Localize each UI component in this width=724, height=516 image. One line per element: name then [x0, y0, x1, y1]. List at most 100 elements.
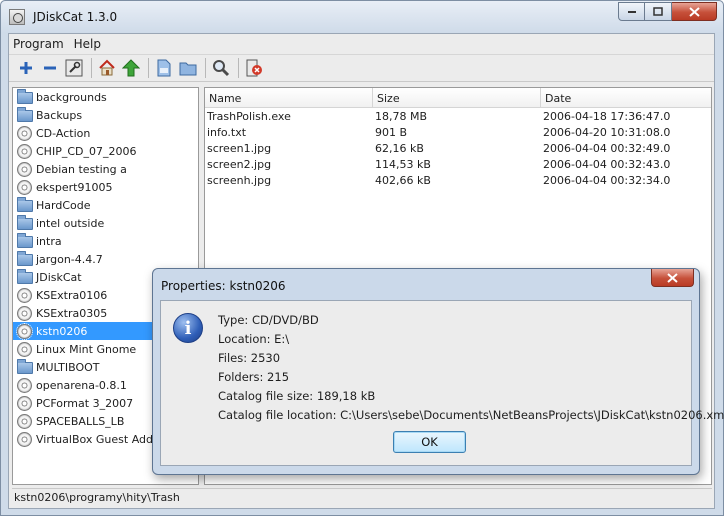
- disc-icon: [17, 431, 32, 447]
- file-size-cell: 62,16 kB: [375, 141, 424, 155]
- maximize-icon: [653, 7, 663, 16]
- table-row[interactable]: TrashPolish.exe 18,78 MB 2006-04-18 17:36:…: [205, 108, 711, 124]
- property-type: Type: CD/DVD/BD: [218, 313, 319, 327]
- window-title: JDiskCat 1.3.0: [33, 10, 118, 24]
- tree-item-label: PCFormat 3_2007: [36, 396, 134, 410]
- toolbar-separator: [205, 58, 206, 78]
- properties-dialog: Properties: kstn0206 i Type: CD/DVD/BD L…: [152, 268, 724, 475]
- tree-item[interactable]: Backups: [13, 106, 198, 124]
- file-size-cell: 901 B: [375, 125, 408, 139]
- tree-item-label: Backups: [36, 108, 83, 122]
- tree-item[interactable]: ekspert91005: [13, 178, 198, 196]
- close-button[interactable]: [672, 2, 717, 21]
- file-size-cell: 18,78 MB: [375, 109, 428, 123]
- search-button[interactable]: [210, 57, 232, 79]
- file-name-cell: screenh.jpg: [207, 173, 272, 187]
- property-location: Location: E:\: [218, 332, 290, 346]
- dialog-close-button[interactable]: [651, 269, 694, 287]
- tree-item[interactable]: backgrounds: [13, 88, 198, 106]
- app-icon: [9, 9, 25, 25]
- folder-icon: [17, 107, 33, 122]
- tree-item-label: HardCode: [36, 198, 91, 212]
- status-bar: kstn0206\programy\hity\Trash: [12, 488, 712, 506]
- disc-icon: [17, 161, 32, 177]
- file-date-cell: 2006-04-04 00:32:49.0: [543, 141, 671, 155]
- tree-item-label: KSExtra0106: [36, 288, 108, 302]
- file-date-cell: 2006-04-04 00:32:43.0: [543, 157, 671, 171]
- disc-icon: [17, 143, 32, 159]
- disc-icon: [17, 125, 32, 141]
- info-icon: i: [173, 313, 203, 343]
- tree-item-label: intra: [36, 234, 62, 248]
- folder-icon: [17, 89, 33, 104]
- disc-icon: [17, 305, 32, 321]
- title-bar[interactable]: JDiskCat 1.3.0: [1, 1, 723, 33]
- tree-item[interactable]: intel outside: [13, 214, 198, 232]
- dialog-title-bar[interactable]: Properties: kstn0206: [153, 269, 699, 300]
- properties-button[interactable]: [63, 57, 85, 79]
- tree-item-label: backgrounds: [36, 90, 107, 104]
- tree-item-label: MULTIBOOT: [36, 360, 100, 374]
- tree-item[interactable]: HardCode: [13, 196, 198, 214]
- toolbar-separator: [238, 58, 239, 78]
- add-icon: [20, 62, 32, 74]
- file-date-cell: 2006-04-20 10:31:08.0: [543, 125, 671, 139]
- tree-item-label: Debian testing a: [36, 162, 127, 176]
- tree-item[interactable]: intra: [13, 232, 198, 250]
- menu-bar: Program Help: [9, 34, 714, 54]
- search-icon: [213, 60, 230, 77]
- property-catalog-location: Catalog file location: C:\Users\sebe\Doc…: [218, 408, 724, 422]
- file-size-cell: 402,66 kB: [375, 173, 431, 187]
- home-button[interactable]: [96, 57, 118, 79]
- open-button[interactable]: [177, 57, 199, 79]
- tree-item[interactable]: jargon-4.4.7: [13, 250, 198, 268]
- file-name-cell: TrashPolish.exe: [207, 109, 291, 123]
- column-header-name[interactable]: Name: [205, 88, 373, 107]
- tree-item-label: intel outside: [36, 216, 105, 230]
- file-date-cell: 2006-04-18 17:36:47.0: [543, 109, 671, 123]
- remove-icon: [44, 66, 56, 70]
- tree-item-label: SPACEBALLS_LB: [36, 414, 125, 428]
- table-row[interactable]: screen1.jpg 62,16 kB 2006-04-04 00:32:49.0: [205, 140, 711, 156]
- up-arrow-icon: [122, 59, 140, 77]
- table-row[interactable]: screenh.jpg 402,66 kB 2006-04-04 00:32:34.…: [205, 172, 711, 188]
- exit-button[interactable]: [243, 57, 265, 79]
- toolbar-separator: [148, 58, 149, 78]
- property-folders: Folders: 215: [218, 370, 290, 384]
- ok-button[interactable]: OK: [393, 431, 466, 453]
- table-row[interactable]: screen2.jpg 114,53 kB 2006-04-04 00:32:43.…: [205, 156, 711, 172]
- column-header-date[interactable]: Date: [541, 88, 711, 107]
- disc-icon: [17, 287, 32, 303]
- open-folder-icon: [179, 62, 197, 76]
- file-name-cell: screen1.jpg: [207, 141, 272, 155]
- tree-item-label: jargon-4.4.7: [36, 252, 103, 266]
- properties-icon: [65, 59, 83, 77]
- up-button[interactable]: [120, 57, 142, 79]
- table-row[interactable]: info.txt 901 B 2006-04-20 10:31:08.0: [205, 124, 711, 140]
- file-rows: TrashPolish.exe 18,78 MB 2006-04-18 17:36:…: [205, 108, 711, 188]
- disc-icon: [17, 341, 32, 357]
- file-name-cell: screen2.jpg: [207, 157, 272, 171]
- tree-item[interactable]: CHIP_CD_07_2006: [13, 142, 198, 160]
- exit-icon: [246, 59, 262, 77]
- folder-icon: [17, 215, 33, 230]
- file-list-header: Name Size Date: [205, 88, 711, 108]
- window-controls: [618, 2, 717, 21]
- tree-item[interactable]: CD-Action: [13, 124, 198, 142]
- remove-button[interactable]: [39, 57, 61, 79]
- disc-icon: [16, 322, 33, 340]
- new-catalog-button[interactable]: [153, 57, 175, 79]
- menu-program[interactable]: Program: [13, 37, 64, 54]
- folder-icon: [17, 197, 33, 212]
- maximize-button[interactable]: [645, 2, 672, 21]
- folder-icon: [17, 359, 33, 374]
- document-icon: [157, 59, 171, 77]
- folder-icon: [17, 269, 33, 284]
- disc-icon: [17, 413, 32, 429]
- minimize-button[interactable]: [618, 2, 645, 21]
- add-button[interactable]: [15, 57, 37, 79]
- tree-item[interactable]: Debian testing a: [13, 160, 198, 178]
- tree-item-label: KSExtra0305: [36, 306, 108, 320]
- column-header-size[interactable]: Size: [373, 88, 541, 107]
- menu-help[interactable]: Help: [74, 37, 101, 54]
